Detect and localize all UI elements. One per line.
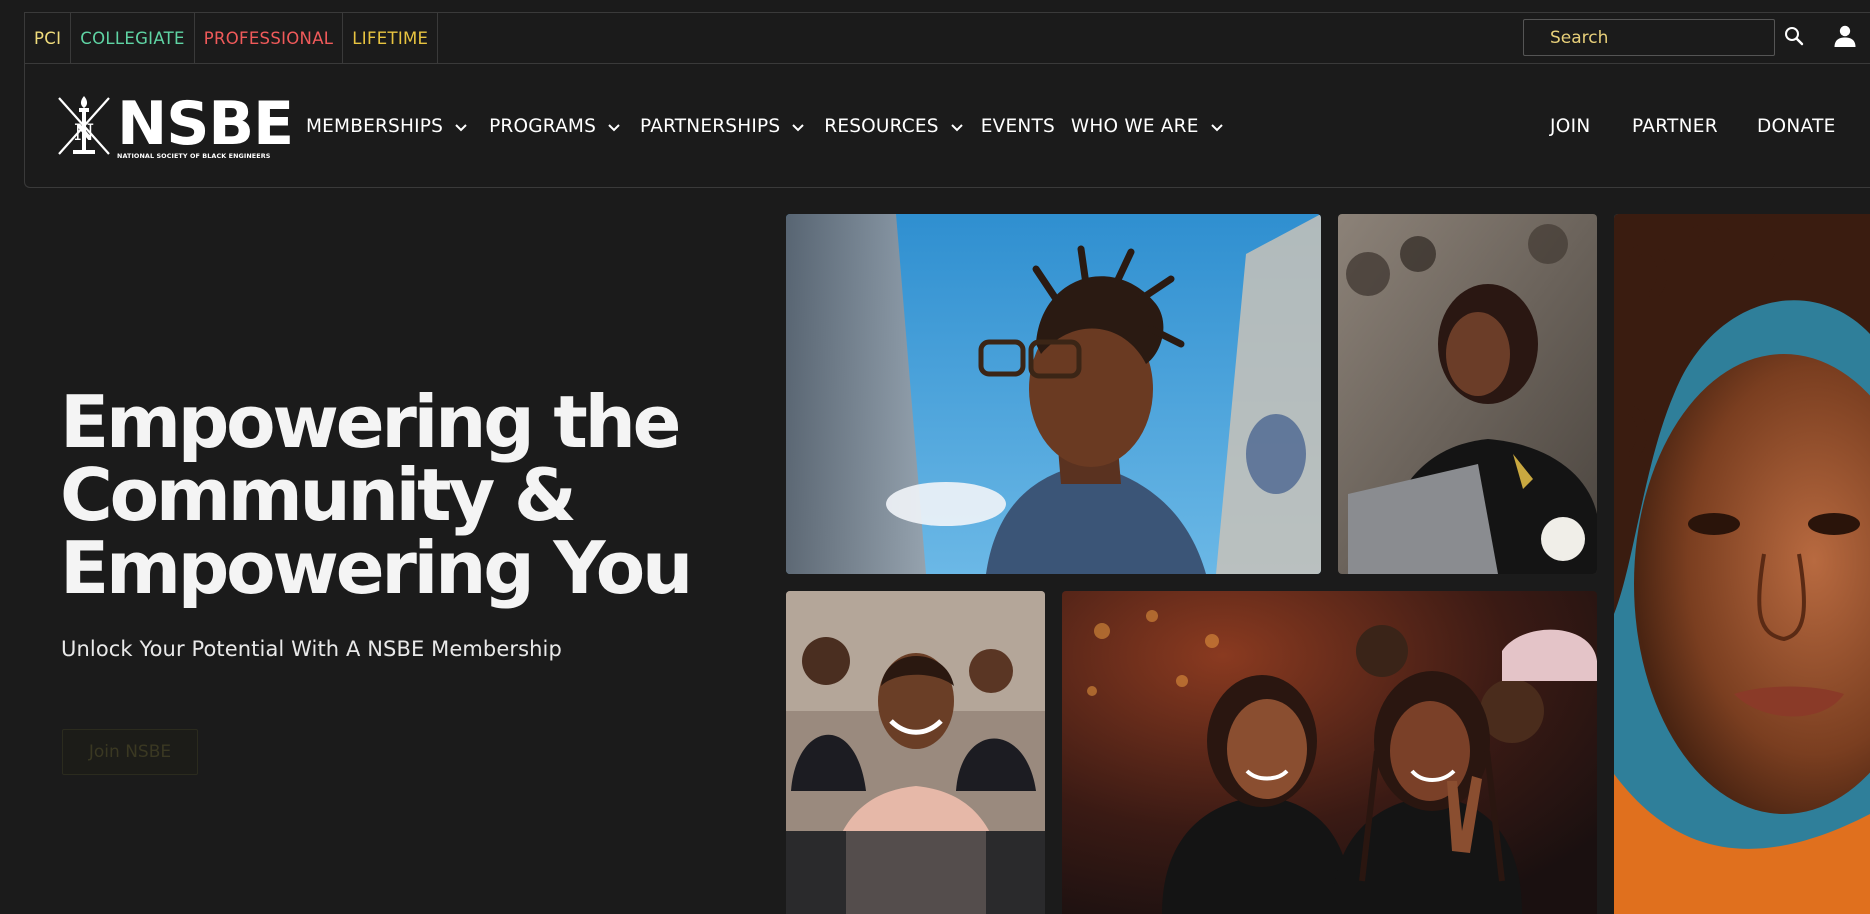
nav-resources-label: RESOURCES — [824, 115, 939, 137]
join-link[interactable]: JOIN — [1550, 64, 1591, 188]
nav-events[interactable]: EVENTS — [981, 116, 1055, 137]
svg-text:N: N — [74, 120, 94, 146]
partner-link[interactable]: PARTNER — [1632, 64, 1718, 188]
nav-memberships-label: MEMBERSHIPS — [306, 115, 444, 137]
main-navigation: N NSBE NATIONAL SOCIETY OF BLACK ENGINEE… — [24, 64, 1870, 188]
torch-emblem-icon: N — [55, 94, 113, 162]
search-icon — [1784, 26, 1804, 50]
nav-partnerships-label: PARTNERSHIPS — [640, 115, 781, 137]
nav-programs-label: PROGRAMS — [489, 115, 597, 137]
tab-professional[interactable]: PROFESSIONAL — [195, 13, 344, 63]
search-button[interactable] — [1778, 19, 1810, 56]
nav-memberships[interactable]: MEMBERSHIPS — [306, 116, 467, 137]
tab-lifetime[interactable]: LIFETIME — [343, 13, 439, 63]
join-nsbe-button[interactable]: Join NSBE — [62, 729, 198, 775]
tab-pci[interactable]: PCI — [25, 13, 72, 63]
nav-events-label: EVENTS — [980, 115, 1055, 137]
tab-collegiate[interactable]: COLLEGIATE — [71, 13, 195, 63]
chevron-down-icon — [951, 116, 963, 137]
chevron-down-icon — [455, 116, 467, 137]
hero-photo-man-smiling — [786, 591, 1045, 914]
chevron-down-icon — [608, 116, 620, 137]
nav-who-we-are[interactable]: WHO WE ARE — [1071, 116, 1223, 137]
search-input[interactable] — [1523, 19, 1775, 56]
primary-nav: MEMBERSHIPS PROGRAMS PARTNERSHIPS RESOUR… — [306, 64, 1241, 188]
hero-title-line-2: Community & — [60, 453, 577, 537]
hero-photo-two-women — [1062, 591, 1597, 914]
hero-photo-woman-laptop — [1338, 214, 1597, 574]
utility-bar: PCI COLLEGIATE PROFESSIONAL LIFETIME — [24, 12, 1870, 64]
membership-tabs: PCI COLLEGIATE PROFESSIONAL LIFETIME — [25, 13, 439, 63]
nav-programs[interactable]: PROGRAMS — [489, 116, 620, 137]
logo-wordmark: NSBE — [117, 89, 294, 159]
nav-who-we-are-label: WHO WE ARE — [1070, 115, 1199, 137]
hero-title: Empowering the Community & Empowering Yo… — [60, 386, 710, 605]
donate-link[interactable]: DONATE — [1757, 64, 1836, 188]
chevron-down-icon — [792, 116, 804, 137]
nav-partnerships[interactable]: PARTNERSHIPS — [640, 116, 804, 137]
account-button[interactable] — [1827, 19, 1863, 56]
hero-photo-woman-closeup — [1614, 214, 1870, 914]
logo-subtitle: NATIONAL SOCIETY OF BLACK ENGINEERS — [117, 152, 271, 160]
hero-subtitle: Unlock Your Potential With A NSBE Member… — [61, 637, 562, 661]
hero-photo-man-glasses — [786, 214, 1321, 574]
hero-title-line-1: Empowering the — [60, 380, 682, 464]
chevron-down-icon — [1210, 116, 1223, 137]
hero-title-line-3: Empowering You — [60, 526, 693, 610]
user-icon — [1833, 24, 1857, 52]
nav-resources[interactable]: RESOURCES — [824, 115, 963, 137]
nsbe-logo[interactable]: N NSBE NATIONAL SOCIETY OF BLACK ENGINEE… — [55, 88, 294, 168]
